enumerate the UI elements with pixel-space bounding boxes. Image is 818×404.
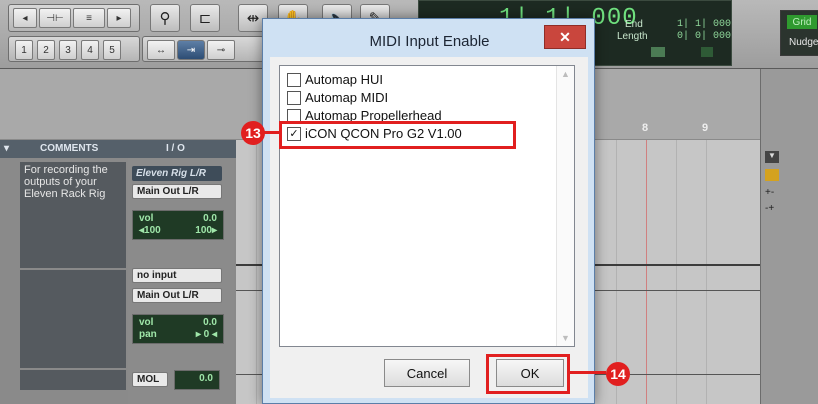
forward-icon[interactable]: ▸ (107, 8, 131, 28)
gridline (256, 140, 257, 404)
gridline (676, 140, 677, 404)
track3-vol-value: 0.0 (199, 373, 213, 384)
track1-pan-right[interactable]: 100▸ (195, 225, 217, 236)
right-panel: ▼ +- -+ (760, 69, 818, 404)
checkbox-icon[interactable] (287, 90, 301, 105)
track2-pan-label: pan (139, 329, 157, 340)
length-value[interactable]: 0| 0| 000 (677, 31, 731, 42)
track1-vol-label: vol (139, 213, 154, 224)
rewind-icon[interactable]: ◂ (13, 8, 37, 28)
tempo-icon[interactable] (765, 169, 779, 181)
track2-comment[interactable] (20, 270, 126, 368)
track1-comment[interactable]: For recording the outputs of your Eleven… (20, 162, 126, 268)
trim-tool-icon[interactable]: ⊏ (190, 4, 220, 32)
zoom-preset-3[interactable]: 3 (59, 40, 77, 60)
step14-leader (570, 371, 606, 374)
playhead-line (646, 140, 647, 404)
ruler-mark-9: 9 (702, 122, 709, 134)
midi-input-enable-dialog: MIDI Input Enable ✕ Automap HUI Automap … (262, 18, 595, 404)
step13-callout: 13 (241, 121, 265, 145)
zoom-preset-2[interactable]: 2 (37, 40, 55, 60)
step13-highlight (279, 121, 516, 149)
cancel-button[interactable]: Cancel (384, 359, 470, 387)
comments-header: COMMENTS (40, 143, 99, 154)
io-column: Eleven Rig L/R Main Out L/R vol 0.0 ◂100… (128, 158, 234, 404)
list-item-automap-hui[interactable]: Automap HUI (287, 71, 383, 88)
track1-vol-value: 0.0 (203, 213, 217, 224)
checkbox-icon[interactable] (287, 72, 301, 87)
transport-nudge-group: ◂ ⊣⊢ ≡ ▸ (8, 4, 140, 32)
track2-input[interactable]: no input (132, 268, 222, 283)
shuffle-mode-icon[interactable]: ↔ (147, 40, 175, 60)
track1-volume[interactable]: vol 0.0 ◂100 100▸ (132, 210, 224, 240)
list-scrollbar[interactable]: ▲ ▼ (556, 66, 574, 346)
collapse-icon[interactable]: ▾ (4, 143, 9, 154)
scroll-up-icon[interactable]: ▲ (557, 66, 574, 82)
io-header: I / O (166, 143, 185, 154)
scroll-down-icon[interactable]: ▼ (557, 330, 574, 346)
track3-label[interactable]: MOL (132, 372, 168, 387)
close-icon[interactable]: ✕ (544, 25, 586, 49)
end-label: End (625, 19, 643, 30)
track-column-headers: ▾ COMMENTS I / O (0, 140, 236, 158)
marker-icon[interactable]: ▼ (765, 151, 779, 163)
track2-pan-value[interactable]: ▸ 0 ◂ (196, 329, 217, 340)
list-item-automap-midi[interactable]: Automap MIDI (287, 89, 388, 106)
zoom-preset-5[interactable]: 5 (103, 40, 121, 60)
zoom-preset-group: 1 2 3 4 5 (8, 36, 140, 62)
track2-vol-value: 0.0 (203, 317, 217, 328)
track1-output[interactable]: Main Out L/R (132, 184, 222, 199)
zoom-preset-1[interactable]: 1 (15, 40, 33, 60)
stack-zoom-icon[interactable]: ≡ (73, 8, 105, 28)
step14-callout: 14 (606, 362, 630, 386)
track2-output[interactable]: Main Out L/R (132, 288, 222, 303)
dialog-body: Automap HUI Automap MIDI Automap Propell… (270, 57, 588, 398)
track1-input[interactable]: Eleven Rig L/R (132, 166, 222, 181)
grid-button[interactable]: Grid (787, 15, 817, 29)
midi-device-list[interactable]: Automap HUI Automap MIDI Automap Propell… (279, 65, 575, 347)
comments-column: For recording the outputs of your Eleven… (0, 158, 128, 404)
zoom-tool-icon[interactable]: ⚲ (150, 4, 180, 32)
length-label: Length (617, 31, 648, 42)
ruler-mark-8: 8 (642, 122, 649, 134)
plus-icon[interactable]: +- (765, 187, 774, 198)
track3-volume[interactable]: 0.0 (174, 370, 220, 390)
grid-nudge-panel: Grid Nudge (780, 10, 818, 56)
minus-icon[interactable]: -+ (765, 203, 774, 214)
link-icon[interactable] (651, 47, 665, 57)
step14-highlight (486, 354, 570, 394)
track2-vol-label: vol (139, 317, 154, 328)
slip-mode-icon[interactable]: ⇥ (177, 40, 205, 60)
gridline (706, 140, 707, 404)
zoom-preset-4[interactable]: 4 (81, 40, 99, 60)
list-item-label: Automap HUI (305, 72, 384, 87)
spot-mode-icon[interactable]: ⊸ (207, 40, 235, 60)
track2-volume[interactable]: vol 0.0 pan ▸ 0 ◂ (132, 314, 224, 344)
track3-comment[interactable] (20, 370, 126, 390)
midi-icon[interactable] (701, 47, 713, 57)
nudge-label[interactable]: Nudge (789, 37, 818, 48)
edit-mode-group: ↔ ⇥ ⊸ (142, 36, 264, 62)
waveform-zoom-icon[interactable]: ⊣⊢ (39, 8, 71, 28)
list-item-label: Automap MIDI (305, 90, 389, 105)
end-value[interactable]: 1| 1| 000 (677, 19, 731, 30)
track1-pan-left[interactable]: ◂100 (139, 225, 161, 236)
